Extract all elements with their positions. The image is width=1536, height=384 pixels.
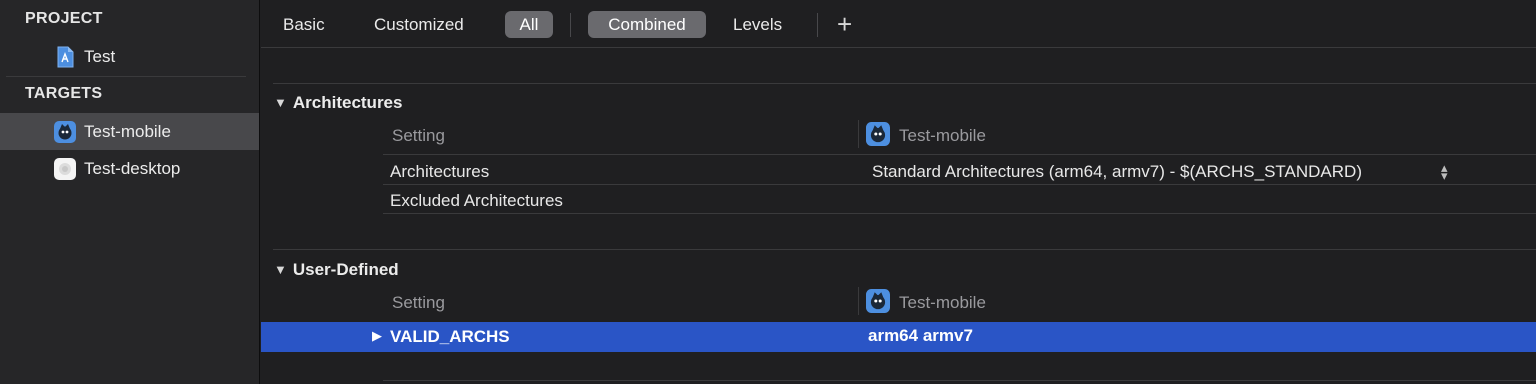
disclosure-triangle-icon[interactable]: ▼ (274, 262, 287, 277)
tab-combined[interactable]: Combined (588, 11, 706, 38)
disclosure-triangle-icon[interactable]: ▶ (372, 328, 382, 344)
sidebar-item-project-test[interactable]: Test (0, 38, 259, 75)
column-header-target[interactable]: Test-mobile (899, 293, 986, 313)
row-divider (383, 154, 1536, 155)
section-user-defined[interactable]: ▼ User-Defined (274, 260, 399, 280)
column-header-setting[interactable]: Setting (392, 126, 445, 146)
sidebar-item-label: Test (84, 47, 116, 66)
column-header-setting[interactable]: Setting (392, 293, 445, 313)
mobile-app-icon (866, 289, 890, 313)
popup-stepper-icon[interactable]: ▴ ▾ (1441, 161, 1448, 182)
section-title: User-Defined (292, 260, 399, 279)
add-setting-button[interactable]: + (837, 11, 852, 37)
sidebar-divider (6, 76, 246, 77)
toolbar-divider (570, 13, 571, 37)
sidebar-item-target-test-desktop[interactable]: Test-desktop (0, 150, 259, 187)
tab-basic[interactable]: Basic (273, 11, 335, 38)
mobile-app-icon (54, 121, 76, 143)
project-section-header: PROJECT (25, 10, 103, 27)
build-settings-toolbar: Basic Customized All Combined Levels + (261, 0, 1536, 48)
targets-section-header: TARGETS (25, 85, 103, 102)
desktop-app-icon (54, 158, 76, 180)
setting-key-architectures[interactable]: Architectures (390, 162, 489, 182)
sidebar-item-label: Test-desktop (84, 159, 181, 178)
row-divider (383, 213, 1536, 214)
column-header-target[interactable]: Test-mobile (899, 126, 986, 146)
row-divider (383, 184, 1536, 185)
section-divider (273, 249, 1536, 250)
sidebar-item-label: Test-mobile (84, 122, 171, 141)
setting-key-excluded-architectures[interactable]: Excluded Architectures (390, 191, 563, 211)
tab-levels[interactable]: Levels (723, 11, 792, 38)
sidebar-item-target-test-mobile[interactable]: Test-mobile (0, 113, 259, 150)
section-divider (273, 83, 1536, 84)
setting-value-architectures[interactable]: Standard Architectures (arm64, armv7) - … (872, 162, 1362, 182)
disclosure-triangle-icon[interactable]: ▼ (274, 95, 287, 110)
navigator-sidebar: PROJECT Test TARGETS Test-mobile Test-de… (0, 0, 260, 384)
build-settings-editor: Basic Customized All Combined Levels + ▼… (261, 0, 1536, 384)
tab-all[interactable]: All (505, 11, 553, 38)
project-file-icon (57, 46, 74, 68)
setting-row-valid-archs[interactable]: ▶ VALID_ARCHS arm64 armv7 (261, 322, 1536, 352)
tab-customized[interactable]: Customized (364, 11, 474, 38)
toolbar-divider (817, 13, 818, 37)
section-architectures[interactable]: ▼ Architectures (274, 93, 402, 113)
setting-key-valid-archs[interactable]: VALID_ARCHS (390, 327, 510, 347)
column-divider (858, 287, 859, 315)
setting-value-valid-archs[interactable]: arm64 armv7 (868, 326, 973, 346)
column-divider (858, 120, 859, 148)
mobile-app-icon (866, 122, 890, 146)
row-divider (383, 380, 1536, 381)
section-title: Architectures (292, 93, 403, 112)
